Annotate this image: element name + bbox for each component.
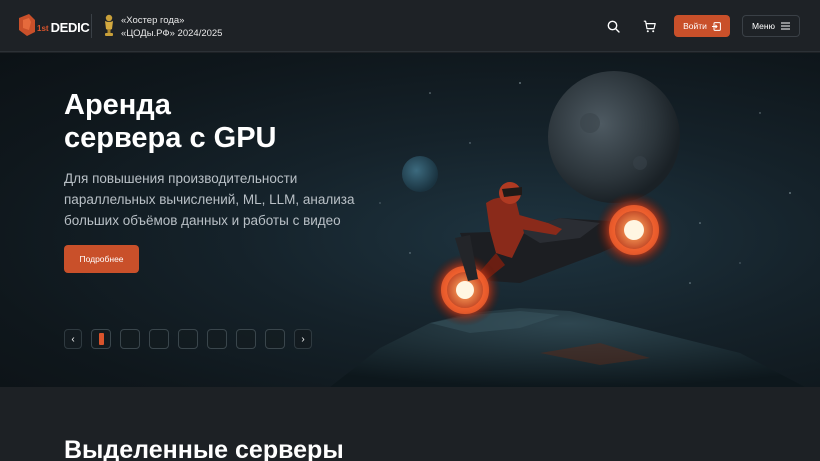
- slider-dot-5[interactable]: [207, 329, 227, 349]
- logo[interactable]: 1st DEDIC: [19, 14, 90, 36]
- hero-banner: Аренда сервера с GPU Для повышения произ…: [0, 53, 820, 387]
- header-divider: [91, 14, 92, 38]
- slider-dot-1[interactable]: [91, 329, 111, 349]
- hero-description: Для повышения производительности паралле…: [64, 171, 355, 228]
- cart-button[interactable]: [640, 17, 658, 35]
- slider-dot-6[interactable]: [236, 329, 256, 349]
- site-header: 1st DEDIC «Хостер года» «ЦОДы.РФ» 2024/2…: [0, 0, 820, 52]
- menu-label: Меню: [752, 21, 775, 31]
- login-label: Войти: [683, 21, 707, 31]
- slider-dot-7[interactable]: [265, 329, 285, 349]
- chevron-left-icon: ‹: [71, 333, 75, 345]
- slider-dot-2[interactable]: [120, 329, 140, 349]
- menu-button[interactable]: Меню: [742, 15, 800, 37]
- hero-title-line2: сервера с GPU: [64, 122, 277, 154]
- award-text: «Хостер года» «ЦОДы.РФ» 2024/2025: [121, 14, 222, 40]
- logo-prefix: 1st: [37, 23, 49, 33]
- login-button[interactable]: Войти: [674, 15, 730, 37]
- slider-dot-3[interactable]: [149, 329, 169, 349]
- slider-dot-4[interactable]: [178, 329, 198, 349]
- slider-controls: ‹ ›: [64, 329, 312, 349]
- slider-prev-button[interactable]: ‹: [64, 329, 82, 349]
- menu-icon: [780, 22, 790, 30]
- more-button[interactable]: Подробнее: [64, 245, 139, 273]
- hero-title: Аренда сервера с GPU: [64, 89, 384, 155]
- award-subtitle: «ЦОДы.РФ» 2024/2025: [121, 28, 223, 39]
- search-icon: [607, 20, 620, 33]
- section-title: Выделенные серверы: [64, 436, 344, 461]
- hero-title-line1: Аренда: [64, 89, 171, 121]
- slider-next-button[interactable]: ›: [294, 329, 312, 349]
- cart-icon: [643, 20, 656, 32]
- award-icon: [102, 13, 116, 39]
- chevron-right-icon: ›: [301, 333, 305, 345]
- logo-icon: [19, 14, 35, 36]
- logo-text: DEDIC: [50, 19, 90, 35]
- login-icon: [711, 21, 721, 31]
- search-button[interactable]: [604, 17, 622, 35]
- award-title: «Хостер года»: [121, 15, 185, 26]
